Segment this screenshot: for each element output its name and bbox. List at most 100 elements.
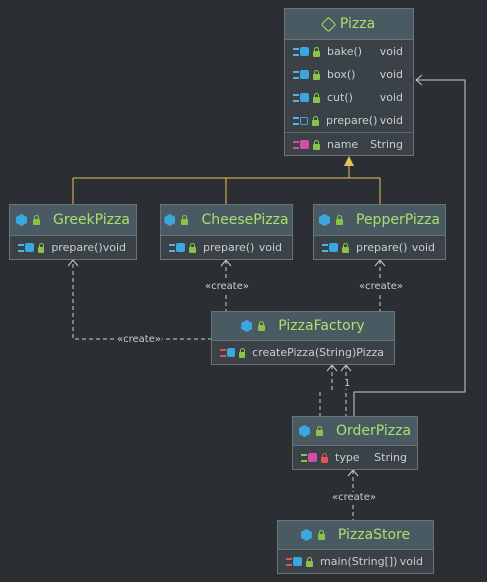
member-type: void	[379, 91, 403, 104]
member-row: prepare() void	[10, 236, 136, 259]
member-row: bake() void	[285, 40, 413, 63]
class-icon	[319, 214, 330, 226]
member-type: String	[374, 451, 407, 464]
class-icon	[298, 425, 310, 437]
class-title: PepperPizza	[356, 212, 440, 228]
field-icon	[293, 140, 299, 149]
class-title: CheesePizza	[201, 212, 289, 228]
create-label-store: «create»	[331, 492, 377, 503]
public-lock-icon	[342, 242, 349, 253]
method-icon-cube	[329, 243, 338, 252]
method-icon-cube	[176, 243, 185, 252]
method-icon	[293, 70, 299, 79]
inheritance-edges	[72, 166, 381, 204]
public-lock-icon	[258, 321, 266, 331]
class-greekpizza-header: GreekPizza	[10, 205, 136, 236]
public-lock-icon	[313, 92, 320, 103]
method-icon-cube	[226, 348, 235, 357]
class-orderpizza[interactable]: OrderPizza type String	[292, 416, 418, 470]
class-pizza-header: Pizza	[285, 9, 413, 40]
public-lock-icon	[312, 115, 319, 126]
member-name: name	[327, 138, 359, 151]
member-name: main(String[])	[320, 555, 398, 568]
class-icon	[16, 214, 28, 226]
create-label-pepper: «create»	[358, 281, 404, 292]
dependency-edges	[72, 260, 381, 520]
field-row: type String	[293, 446, 417, 469]
class-pizzastore-header: PizzaStore	[278, 521, 433, 550]
class-icon	[164, 214, 176, 226]
method-icon-cube	[300, 47, 309, 56]
class-title: Pizza	[339, 16, 376, 32]
member-name: type	[335, 451, 360, 464]
public-lock-icon	[336, 215, 343, 225]
field-icon-box	[308, 453, 317, 462]
member-type: void	[258, 241, 282, 254]
field-row: name String	[285, 132, 413, 156]
abstract-class-icon	[320, 16, 337, 32]
member-type: void	[379, 45, 403, 58]
member-name: cut()	[327, 91, 353, 104]
inheritance-arrowhead	[344, 156, 354, 166]
public-lock-icon	[189, 242, 196, 253]
member-type: Pizza	[356, 346, 384, 359]
method-icon	[293, 47, 299, 56]
public-lock-icon	[317, 530, 325, 540]
static-method-icon	[286, 557, 292, 566]
class-pepperpizza-header: PepperPizza	[314, 205, 445, 236]
class-pizza[interactable]: Pizza bake() void box() void cut() void pre…	[284, 8, 414, 156]
class-cheesepizza-header: CheesePizza	[161, 205, 292, 236]
field-icon	[301, 453, 307, 462]
member-type: void	[379, 114, 403, 127]
field-icon-box	[300, 140, 309, 149]
method-icon-cube	[300, 93, 309, 102]
member-row: prepare() void	[161, 236, 292, 259]
class-cheesepizza[interactable]: CheesePizza prepare() void	[160, 204, 293, 260]
member-row: main(String[]) void	[278, 550, 433, 573]
class-pepperpizza[interactable]: PepperPizza prepare() void	[313, 204, 446, 260]
public-lock-icon	[315, 426, 323, 436]
method-icon-cube	[300, 70, 309, 79]
member-name: bake()	[327, 45, 363, 58]
public-lock-icon	[181, 215, 189, 225]
class-title: PizzaFactory	[278, 318, 365, 334]
method-icon-cube	[24, 243, 34, 252]
member-name: createPizza(String)	[252, 346, 357, 359]
abstract-method-icon	[300, 116, 308, 125]
member-row: box() void	[285, 63, 413, 86]
public-lock-icon	[313, 69, 320, 80]
method-icon	[293, 116, 299, 125]
class-pizzafactory-header: PizzaFactory	[212, 312, 394, 341]
create-label-greek: «create»	[116, 334, 162, 345]
class-pizzafactory[interactable]: PizzaFactory createPizza(String) Pizza	[211, 311, 395, 365]
method-icon-cube	[293, 557, 302, 566]
static-method-icon	[220, 348, 226, 357]
private-lock-icon	[321, 452, 328, 463]
create-label-cheese: «create»	[204, 281, 250, 292]
member-row: prepare() void	[314, 236, 445, 259]
member-type: void	[399, 555, 423, 568]
class-greekpizza[interactable]: GreekPizza prepare() void	[9, 204, 137, 260]
method-icon	[169, 243, 175, 252]
member-row: cut() void	[285, 86, 413, 109]
public-lock-icon	[33, 215, 41, 225]
multiplicity-label: 1	[343, 378, 352, 389]
public-lock-icon	[313, 139, 320, 150]
member-row: createPizza(String) Pizza	[212, 341, 394, 364]
class-pizzastore[interactable]: PizzaStore main(String[]) void	[277, 520, 434, 574]
member-type: void	[379, 68, 403, 81]
class-title: OrderPizza	[335, 423, 412, 439]
method-icon	[293, 93, 299, 102]
class-icon	[300, 529, 312, 541]
public-lock-icon	[238, 347, 246, 358]
member-name: prepare()	[356, 241, 408, 254]
public-lock-icon	[37, 242, 45, 253]
member-name: prepare()	[51, 241, 103, 254]
member-row: prepare() void	[285, 109, 413, 132]
member-name: box()	[327, 68, 356, 81]
method-icon	[18, 243, 24, 252]
class-orderpizza-header: OrderPizza	[293, 417, 417, 446]
member-type: void	[411, 241, 435, 254]
member-name: prepare()	[203, 241, 255, 254]
member-type: void	[102, 241, 126, 254]
